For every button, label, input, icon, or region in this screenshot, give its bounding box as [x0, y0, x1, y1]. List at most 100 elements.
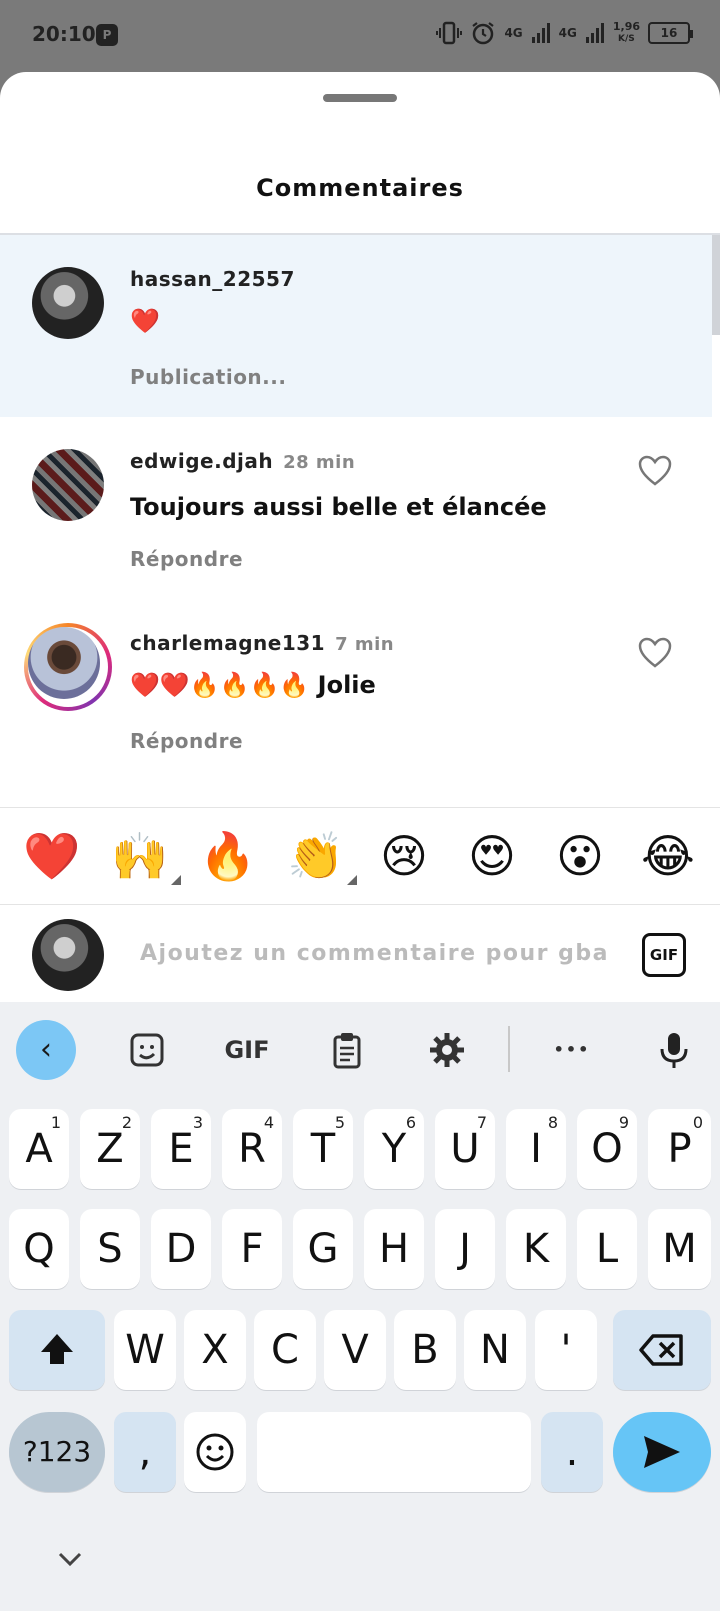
comment-status: Publication... [130, 365, 287, 389]
key-l[interactable]: L [577, 1209, 637, 1289]
sticker-icon[interactable] [127, 1030, 167, 1070]
key-s[interactable]: S [80, 1209, 140, 1289]
keyboard-toolbar: ‹ GIF ••• [0, 1002, 720, 1098]
key-h[interactable]: H [364, 1209, 424, 1289]
emoji-clap-button[interactable]: 👏 [281, 821, 357, 891]
key-n[interactable]: N [464, 1310, 526, 1390]
shift-arrow-icon [41, 1334, 73, 1364]
key-apostrophe[interactable]: ' [535, 1310, 597, 1390]
avatar[interactable] [32, 267, 104, 339]
key-d[interactable]: D [151, 1209, 211, 1289]
key-y[interactable]: Y6 [364, 1109, 424, 1189]
symbols-key[interactable]: ?123 [9, 1412, 105, 1492]
key-label: Z [96, 1126, 124, 1172]
keyboard-gif-button[interactable]: GIF [222, 1030, 272, 1070]
key-z[interactable]: Z2 [80, 1109, 140, 1189]
key-hint: 2 [121, 1113, 132, 1132]
key-label: E [168, 1126, 194, 1172]
comment-input[interactable] [140, 931, 610, 975]
key-c[interactable]: C [254, 1310, 316, 1390]
toolbar-back-button[interactable]: ‹ [16, 1020, 76, 1080]
drag-handle[interactable] [323, 94, 397, 102]
key-t[interactable]: T5 [293, 1109, 353, 1189]
scrollbar[interactable] [712, 235, 720, 335]
send-key[interactable] [613, 1412, 711, 1492]
backspace-icon [639, 1334, 683, 1366]
more-options-button[interactable]: ••• [550, 1030, 594, 1070]
comment-header: edwige.djah 28 min [130, 449, 355, 473]
comments-list[interactable]: hassan_22557 ❤️ Publication... edwige.dj… [0, 235, 720, 805]
reply-button[interactable]: Répondre [130, 729, 243, 753]
key-hint: 1 [50, 1113, 61, 1132]
key-x[interactable]: X [184, 1310, 246, 1390]
key-hint: 6 [405, 1113, 416, 1132]
app-notification-icon: P [96, 24, 118, 46]
gif-button[interactable]: GIF [642, 933, 686, 977]
key-j[interactable]: J [435, 1209, 495, 1289]
emoji-quick-bar: ❤️ 🙌 🔥 👏 😢 😍 😮 😂 [0, 808, 720, 904]
key-label: A [25, 1126, 53, 1172]
backspace-key[interactable] [613, 1310, 711, 1390]
key-hint: 0 [692, 1113, 703, 1132]
key-f[interactable]: F [222, 1209, 282, 1289]
key-b[interactable]: B [394, 1310, 456, 1390]
like-heart-icon[interactable] [638, 455, 672, 487]
key-p[interactable]: P0 [648, 1109, 711, 1189]
key-q[interactable]: Q [9, 1209, 69, 1289]
key-hint: 7 [476, 1113, 487, 1132]
comment-username[interactable]: charlemagne131 [130, 631, 325, 655]
avatar-story-ring[interactable] [24, 623, 112, 711]
like-heart-icon[interactable] [638, 637, 672, 669]
key-g[interactable]: G [293, 1209, 353, 1289]
emoji-heart-button[interactable]: ❤️ [17, 821, 87, 891]
emoji-raised-hands-button[interactable]: 🙌 [105, 821, 181, 891]
emoji-heart-eyes-button[interactable]: 😍 [457, 821, 527, 891]
key-label: R [238, 1126, 266, 1172]
key-label: T [310, 1126, 336, 1172]
reply-button[interactable]: Répondre [130, 547, 243, 571]
settings-gear-icon[interactable] [427, 1030, 467, 1070]
comment-username[interactable]: hassan_22557 [130, 267, 295, 291]
key-i[interactable]: I8 [506, 1109, 566, 1189]
key-a[interactable]: A1 [9, 1109, 69, 1189]
key-v[interactable]: V [324, 1310, 386, 1390]
emoji-clap-glyph: 👏 [287, 829, 345, 883]
avatar [28, 627, 100, 699]
key-r[interactable]: R4 [222, 1109, 282, 1189]
network-label-2: 4G [558, 26, 577, 40]
send-arrow-icon [644, 1436, 680, 1468]
comment-composer: GIF [0, 905, 720, 1002]
key-w[interactable]: W [114, 1310, 176, 1390]
key-m[interactable]: M [648, 1209, 711, 1289]
comment-time: 7 min [335, 634, 395, 655]
alarm-icon [472, 22, 495, 45]
key-hint: 4 [263, 1113, 274, 1132]
comment-item: charlemagne131 7 min ❤️❤️🔥🔥🔥🔥 Jolie Répon… [0, 599, 712, 789]
period-key[interactable]: . [541, 1412, 603, 1492]
comma-key[interactable]: , [114, 1412, 176, 1492]
signal-icon-2 [585, 23, 604, 43]
shift-key[interactable] [9, 1310, 105, 1390]
signal-icon-1 [531, 23, 550, 43]
avatar[interactable] [32, 449, 104, 521]
microphone-icon[interactable] [654, 1030, 694, 1070]
status-indicators: 4G 4G 1,96 K/S 16 [436, 20, 693, 46]
clipboard-icon[interactable] [327, 1030, 367, 1070]
emoji-raised-hands-glyph: 🙌 [111, 829, 169, 883]
emoji-key[interactable] [184, 1412, 246, 1492]
key-u[interactable]: U7 [435, 1109, 495, 1189]
comment-text: ❤️❤️🔥🔥🔥🔥 Jolie [130, 671, 376, 699]
key-e[interactable]: E3 [151, 1109, 211, 1189]
emoji-surprised-button[interactable]: 😮 [545, 821, 615, 891]
key-o[interactable]: O9 [577, 1109, 637, 1189]
smiley-icon [196, 1433, 234, 1471]
key-hint: 8 [547, 1113, 558, 1132]
emoji-fire-button[interactable]: 🔥 [193, 821, 263, 891]
emoji-crying-button[interactable]: 😢 [369, 821, 439, 891]
comment-username[interactable]: edwige.djah [130, 449, 273, 473]
key-k[interactable]: K [506, 1209, 566, 1289]
on-screen-keyboard: ‹ GIF ••• A1 Z2 E3 R4 T5 Y6 U7 I8 O9 P0 … [0, 1002, 720, 1611]
space-bar[interactable] [257, 1412, 531, 1492]
hide-keyboard-chevron-down-icon[interactable] [56, 1550, 84, 1568]
emoji-laughing-button[interactable]: 😂 [633, 821, 703, 891]
